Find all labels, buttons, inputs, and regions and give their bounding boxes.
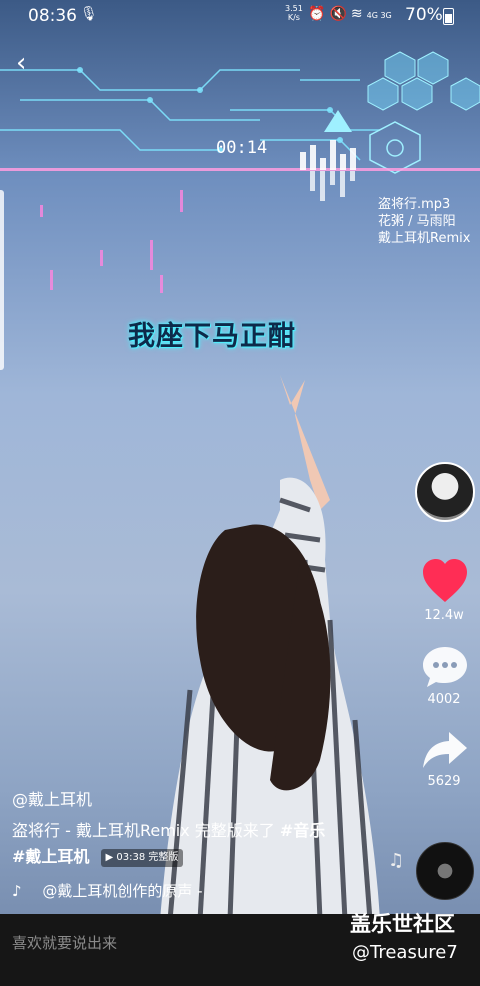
alarm-icon: ⏰ (308, 6, 330, 22)
share-icon[interactable] (421, 728, 469, 772)
song-remix: 戴上耳机Remix (378, 231, 471, 246)
full-version-badge[interactable]: ▶ 03:38 完整版 (100, 848, 184, 867)
author-avatar[interactable] (415, 462, 475, 522)
hashtag-author[interactable]: #戴上耳机 (12, 847, 89, 866)
song-info-overlay: 盗将行.mp3 花粥 / 马雨阳 戴上耳机Remix (378, 196, 470, 247)
microphone-icon: 🎙 (80, 6, 98, 22)
watermark-user: @Treasure7 (352, 942, 458, 963)
share-count: 5629 (427, 774, 461, 789)
music-title[interactable]: @戴上耳机创作的原声 - (42, 882, 202, 900)
comment-input[interactable]: 喜欢就要说出来 (12, 932, 117, 953)
description-text: 盗将行 - 戴上耳机Remix 完整版来了 (12, 821, 280, 840)
lyric-caption: 我座下马正酣 (128, 321, 296, 352)
comment-icon[interactable] (421, 645, 469, 689)
wifi-icon: ≋ (350, 6, 367, 22)
tiktok-note-icon: ♪ (12, 882, 22, 900)
song-artists: 花粥 / 马雨阳 (378, 214, 456, 229)
heart-icon[interactable] (421, 558, 469, 604)
battery-icon (443, 8, 454, 25)
author-name[interactable]: @戴上耳机 (12, 786, 92, 810)
music-row[interactable]: ♪ @戴上耳机创作的原声 - (12, 880, 203, 901)
watermark-title: 盖乐世社区 (350, 912, 455, 936)
hud-graphic (0, 51, 480, 293)
status-time: 08:36 (28, 6, 77, 26)
network-speed-value: 3.51 (285, 4, 303, 13)
network-speed: 3.51 K/s (285, 4, 303, 22)
hud-timer: 00:14 (216, 138, 268, 158)
mute-icon: 🔇 (329, 6, 351, 22)
battery-percent: 70% (405, 5, 443, 25)
comment-count: 4002 (427, 692, 461, 707)
network-speed-unit: K/s (287, 13, 300, 22)
status-bar: 08:36 🎙 3.51 K/s ⏰🔇≋4G 3G 70% (0, 0, 480, 30)
post-description: 盗将行 - 戴上耳机Remix 完整版来了 #音乐 #戴上耳机 ▶ 03:38 … (12, 818, 392, 870)
music-disc-icon[interactable] (416, 842, 474, 900)
song-file: 盗将行.mp3 (378, 197, 451, 212)
like-count: 12.4w (424, 608, 464, 623)
status-icons: ⏰🔇≋4G 3G (308, 6, 392, 22)
hashtag-music[interactable]: #音乐 (280, 821, 325, 840)
signal-label: 4G 3G (366, 11, 392, 20)
